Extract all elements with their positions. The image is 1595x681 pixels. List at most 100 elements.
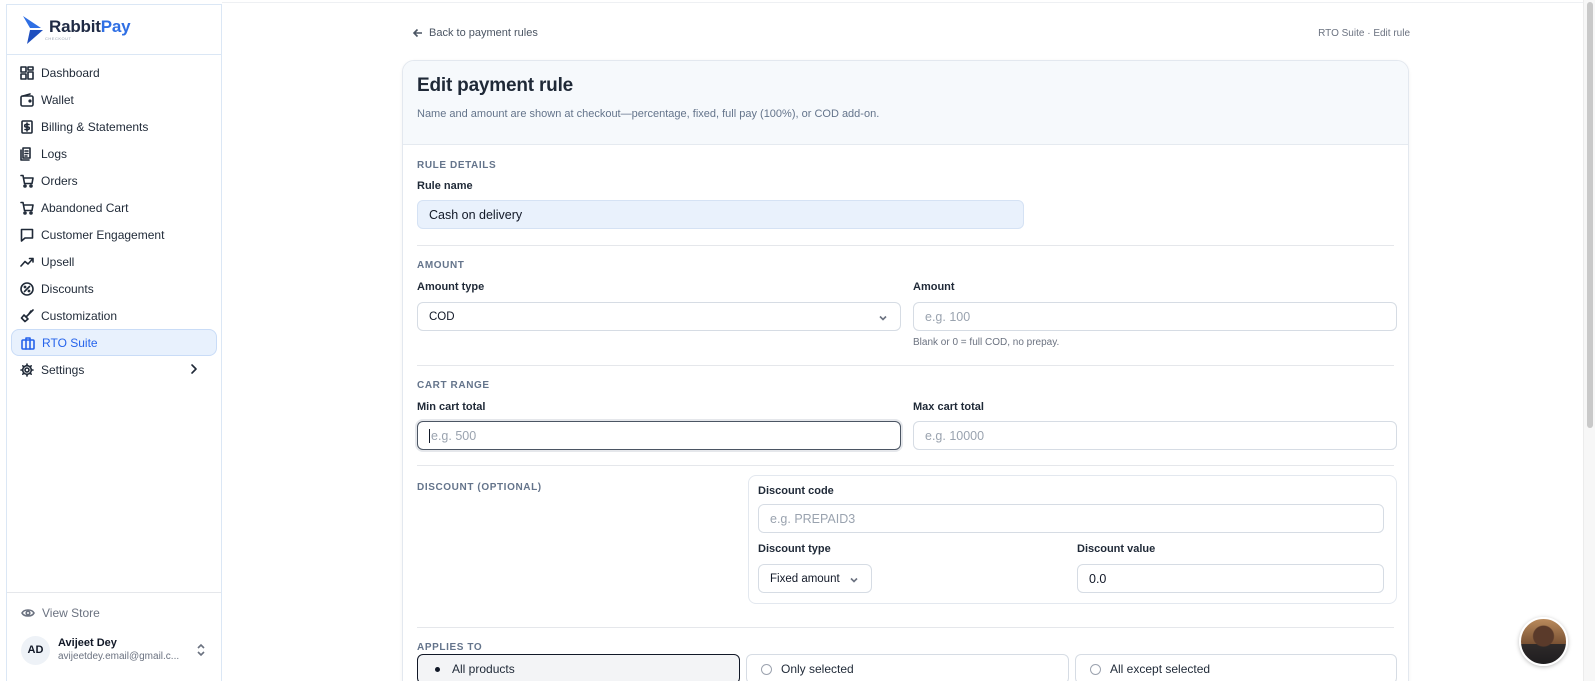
section-amount: AMOUNT (417, 260, 465, 271)
divider (417, 465, 1394, 466)
view-store-link[interactable]: View Store (7, 599, 221, 626)
edit-rule-card: Edit payment rule Name and amount are sh… (402, 60, 1409, 681)
rule-name-input[interactable]: Cash on delivery (417, 200, 1024, 229)
sidebar-item-label: Discounts (41, 281, 94, 296)
sidebar-item-discounts[interactable]: Discounts (11, 275, 217, 302)
sidebar-item-label: Upsell (41, 254, 75, 269)
sidebar-item-label: Dashboard (41, 65, 100, 80)
sidebar-item-rto-suite[interactable]: RTO Suite (11, 329, 217, 356)
logs-icon (20, 146, 31, 161)
sidebar-item-label: Settings (41, 362, 85, 377)
user-name: Avijeet Dey (58, 637, 117, 650)
sidebar-item-orders[interactable]: Orders (11, 167, 217, 194)
chevron-down-icon (879, 315, 887, 321)
rule-name-label: Rule name (417, 180, 473, 192)
brand-name-part2: Pay (100, 17, 131, 36)
arrow-left-icon (412, 28, 422, 38)
amount-placeholder: e.g. 100 (925, 309, 971, 324)
view-store-label: View Store (42, 605, 100, 620)
page-subtitle: Name and amount are shown at checkout—pe… (417, 108, 880, 120)
page: RabbitPay CHECKOUT Dashboard Wallet Bill… (0, 0, 1595, 681)
avatar: AD (21, 635, 50, 665)
rabbitpay-logo-icon (23, 15, 43, 44)
card-header: Edit payment rule Name and amount are sh… (403, 61, 1408, 145)
wallet-icon (20, 92, 34, 107)
brand-logo[interactable]: RabbitPay CHECKOUT (7, 5, 221, 55)
option-label: Only selected (781, 662, 854, 676)
max-cart-input[interactable]: e.g. 10000 (913, 421, 1397, 450)
option-label: All except selected (1110, 662, 1211, 676)
sidebar-item-dashboard[interactable]: Dashboard (11, 59, 217, 86)
sidebar-nav: Dashboard Wallet Billing & Statements Lo… (7, 55, 221, 383)
discount-code-placeholder: e.g. PREPAID3 (770, 511, 856, 526)
support-chat-avatar[interactable] (1519, 617, 1568, 666)
sidebar-item-label: Billing & Statements (41, 119, 149, 134)
rule-name-value: Cash on delivery (429, 207, 523, 222)
amount-type-value: COD (429, 310, 455, 323)
discount-code-input[interactable]: e.g. PREPAID3 (758, 504, 1384, 533)
sidebar-item-upsell[interactable]: Upsell (11, 248, 217, 275)
briefcase-icon (21, 336, 35, 350)
back-link-label: Back to payment rules (429, 27, 538, 39)
scrollbar-thumb[interactable] (1587, 2, 1593, 428)
sidebar-item-customization[interactable]: Customization (11, 302, 217, 329)
sidebar-item-label: Abandoned Cart (41, 200, 129, 215)
applies-only-selected-option[interactable]: Only selected (746, 654, 1069, 681)
sidebar-item-settings[interactable]: Settings (11, 356, 217, 383)
divider (417, 245, 1394, 246)
page-scrollbar[interactable] (1583, 0, 1595, 681)
amount-type-label: Amount type (417, 281, 485, 293)
discount-value-input[interactable]: 0.0 (1077, 564, 1384, 593)
user-menu[interactable]: AD Avijeet Dey avijeetdey.email@gmail.c.… (21, 633, 213, 667)
message-icon (20, 228, 34, 242)
discount-type-value: Fixed amount (770, 572, 840, 585)
section-applies-to: APPLIES TO (417, 642, 483, 653)
discount-type-label: Discount type (758, 543, 831, 555)
gear-icon (20, 362, 34, 377)
option-label: All products (452, 662, 515, 676)
brand-name-part1: Rabbit (49, 17, 101, 36)
chevron-right-icon (191, 364, 197, 374)
discount-code-label: Discount code (758, 485, 834, 497)
sidebar-footer: View Store AD Avijeet Dey avijeetdey.ema… (7, 592, 221, 665)
divider (417, 365, 1394, 366)
sidebar-item-label: Customization (41, 308, 118, 323)
sidebar-item-billing[interactable]: Billing & Statements (11, 113, 217, 140)
max-cart-label: Max cart total (913, 401, 984, 413)
section-cart-range: CART RANGE (417, 380, 490, 391)
cart-icon (20, 174, 34, 188)
text-caret (429, 428, 430, 443)
radio-icon (761, 663, 772, 675)
discount-value-label: Discount value (1077, 543, 1156, 555)
applies-all-products-option[interactable]: All products (417, 654, 740, 681)
sidebar-item-logs[interactable]: Logs (11, 140, 217, 167)
page-title: Edit payment rule (417, 75, 574, 96)
min-cart-input[interactable]: e.g. 500 (417, 421, 901, 450)
back-link[interactable]: Back to payment rules (412, 27, 538, 39)
applies-all-except-option[interactable]: All except selected (1075, 654, 1397, 681)
amount-input[interactable]: e.g. 100 (913, 302, 1397, 331)
sidebar-item-label: Wallet (41, 92, 74, 107)
discount-panel: Discount code e.g. PREPAID3 Discount typ… (748, 475, 1397, 604)
discount-icon (20, 281, 34, 296)
breadcrumb: RTO Suite · Edit rule (1318, 28, 1410, 39)
eye-icon (21, 608, 35, 617)
sidebar-item-abandoned-cart[interactable]: Abandoned Cart (11, 194, 217, 221)
sidebar-item-label: Logs (41, 146, 68, 161)
radio-selected-icon (432, 664, 443, 675)
dashboard-icon (20, 65, 34, 80)
amount-type-select[interactable]: COD (417, 302, 901, 331)
cart-icon (20, 201, 34, 215)
sidebar-item-label: Customer Engagement (41, 227, 165, 242)
sidebar-item-customer-engagement[interactable]: Customer Engagement (11, 221, 217, 248)
radio-icon (1090, 663, 1101, 675)
chevron-down-icon (850, 577, 858, 583)
sidebar-item-wallet[interactable]: Wallet (11, 86, 217, 113)
sidebar: RabbitPay CHECKOUT Dashboard Wallet Bill… (6, 4, 222, 681)
receipt-icon (21, 119, 33, 134)
discount-type-select[interactable]: Fixed amount (758, 564, 872, 593)
divider (417, 627, 1394, 628)
min-cart-label: Min cart total (417, 401, 486, 413)
top-border (222, 0, 1595, 3)
brand-tagline: CHECKOUT (45, 36, 72, 41)
